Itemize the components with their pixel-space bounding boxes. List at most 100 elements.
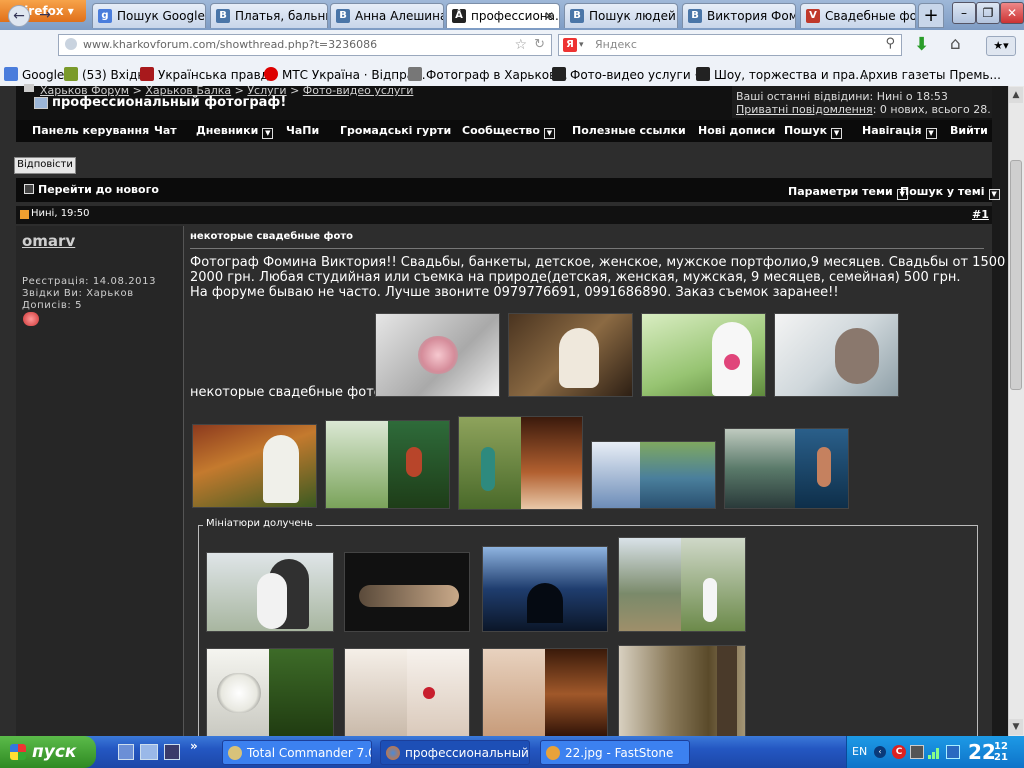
download-arrow-icon[interactable]: ⬇ xyxy=(914,34,929,55)
bookmark-pravda[interactable]: Українська правда xyxy=(140,66,276,84)
scroll-down-icon[interactable]: ▼ xyxy=(1009,719,1023,735)
camera-icon xyxy=(408,67,422,81)
attachment-thumb-couple-hug[interactable] xyxy=(206,552,334,632)
attachment-thumb-dress-back[interactable] xyxy=(482,648,608,740)
bookmark-mts[interactable]: МТС Україна · Відпра... xyxy=(264,66,426,84)
goto-new-link[interactable]: Перейти до нового xyxy=(38,183,159,196)
nav-search[interactable]: Пошук ▼ xyxy=(784,124,843,139)
tab-people-search[interactable]: B Пошук людей за... xyxy=(564,3,678,28)
private-messages-link[interactable]: Приватні повідомлення xyxy=(736,103,873,116)
tab-wedding-photos[interactable]: V Свадебные фото2... xyxy=(800,3,916,28)
tab-anna[interactable]: B Анна Алешина xyxy=(330,3,444,28)
portrait-photo-water[interactable] xyxy=(591,441,716,509)
nav-navigation[interactable]: Навігація ▼ xyxy=(862,124,937,139)
start-button[interactable]: пуск xyxy=(0,736,96,768)
reload-icon[interactable]: ↻ xyxy=(534,35,545,55)
wedding-photo-bouquet[interactable] xyxy=(375,313,500,397)
bookmark-label: Українська правда xyxy=(158,68,277,82)
chevron-down-icon[interactable]: ▾ xyxy=(579,35,584,55)
bookmark-photographer[interactable]: Фотограф в Харьков... xyxy=(408,66,568,84)
nav-new-posts[interactable]: Нові дописи xyxy=(698,124,775,137)
bookmark-premier-archive[interactable]: Архив газеты Премь... xyxy=(860,66,1001,84)
portrait-photo-grass[interactable] xyxy=(325,420,450,509)
bookmark-label: (53) Вхідні xyxy=(82,68,149,82)
tray-expand-icon[interactable]: ‹ xyxy=(874,746,886,758)
page-margin xyxy=(992,86,1008,736)
close-window-icon[interactable]: ✕ xyxy=(1000,2,1024,24)
scrollbar-thumb[interactable] xyxy=(1010,160,1022,390)
tab-viktoria[interactable]: B Виктория Фоми... xyxy=(682,3,796,28)
quicklaunch-app-icon[interactable] xyxy=(164,744,180,760)
bookmark-photo-video[interactable]: Фото-видео услуги ·... xyxy=(552,66,710,84)
attachment-thumb-tree-couple[interactable] xyxy=(618,645,746,740)
attachment-thumb-hands-ring[interactable] xyxy=(344,552,470,632)
nav-diaries[interactable]: Дневники ▼ xyxy=(196,124,274,139)
last-visit-text: Ваші останні відвідини: Нині о 18:53 xyxy=(736,90,948,103)
tab-google[interactable]: g Пошук Google xyxy=(92,3,206,28)
task-total-commander[interactable]: Total Commander 7.0... xyxy=(222,740,372,765)
nav-community[interactable]: Сообщество ▼ xyxy=(462,124,555,139)
bookmark-star-icon[interactable]: ☆ xyxy=(514,35,527,55)
scroll-up-icon[interactable]: ▲ xyxy=(1009,87,1023,103)
quicklaunch-floppy-icon[interactable] xyxy=(118,744,134,760)
nav-chapi[interactable]: ЧаПи xyxy=(286,124,319,137)
nav-logout[interactable]: Вийти xyxy=(950,124,988,137)
tray-network-icon[interactable] xyxy=(946,745,960,759)
tray-device-icon[interactable] xyxy=(910,745,924,759)
nav-groups[interactable]: Громадські гурти xyxy=(340,124,451,137)
bookmark-inbox[interactable]: (53) Вхідні xyxy=(64,66,149,84)
bookmark-google[interactable]: Google xyxy=(4,66,64,84)
close-tab-icon[interactable]: ✕ xyxy=(544,4,554,28)
tab-dresses[interactable]: B Платья, бальны... xyxy=(210,3,328,28)
vk-icon: B xyxy=(216,9,230,23)
author-post-count: Дописів: 5 xyxy=(22,300,83,311)
search-input[interactable]: Я ▾ Яндекс ⚲ xyxy=(558,34,902,56)
vk-icon: B xyxy=(336,9,350,23)
search-icon[interactable]: ⚲ xyxy=(885,34,895,54)
attachment-thumb-white-bouquet[interactable] xyxy=(206,648,334,740)
task-firefox[interactable]: професcиональный ... xyxy=(380,740,530,765)
nav-useful-links[interactable]: Полезные ссылки xyxy=(572,124,686,137)
reply-button[interactable]: Відповісти xyxy=(14,157,76,174)
clock-hours[interactable]: 22 xyxy=(968,739,996,765)
author-username-link[interactable]: omarv xyxy=(22,232,75,250)
thread-options-menu[interactable]: Параметри теми ▼ xyxy=(788,185,908,200)
task-label: професcиональный ... xyxy=(405,746,529,760)
tab-forum-active[interactable]: Åпрофессиона... ✕ xyxy=(446,3,560,28)
nav-control-panel[interactable]: Панель керування xyxy=(32,124,149,137)
tray-antivirus-icon[interactable]: C xyxy=(892,745,906,759)
home-icon[interactable]: ⌂ xyxy=(950,34,961,54)
mts-icon xyxy=(264,67,278,81)
clock-minutes-seconds[interactable]: 12 21 xyxy=(994,741,1008,763)
quicklaunch-desktop-icon[interactable] xyxy=(140,744,158,760)
nav-chat[interactable]: Чат xyxy=(154,124,177,137)
bookmarks-menu-icon[interactable]: ★▾ xyxy=(986,36,1016,56)
task-label: 22.jpg - FastStone xyxy=(565,746,674,760)
attachment-thumb-dress-heart[interactable] xyxy=(344,648,470,740)
wedding-photo-bride-chair[interactable] xyxy=(508,313,633,397)
forward-arrow-icon[interactable]: → xyxy=(34,5,56,27)
quicklaunch-more-icon[interactable]: » xyxy=(190,739,198,753)
portrait-photo-redhead[interactable] xyxy=(458,416,583,510)
forum-icon: Å xyxy=(452,9,466,23)
back-arrow-icon[interactable]: ← xyxy=(8,5,30,27)
bookmark-show[interactable]: Шоу, торжества и пра... xyxy=(696,66,867,84)
language-indicator[interactable]: EN xyxy=(852,745,867,758)
wedding-photo-bride-bench[interactable] xyxy=(192,424,317,508)
restore-icon[interactable]: ❐ xyxy=(976,2,1000,24)
minimize-icon[interactable]: – xyxy=(952,2,976,24)
task-faststone[interactable]: 22.jpg - FastStone xyxy=(540,740,690,765)
wedding-photo-bride-veil[interactable] xyxy=(641,313,766,397)
attachment-thumb-path-couple[interactable] xyxy=(618,537,746,632)
portrait-photo-lake[interactable] xyxy=(724,428,849,509)
search-thread-menu[interactable]: Пошук у темі ▼ xyxy=(900,185,1000,200)
tray-signal-icon[interactable] xyxy=(928,745,942,759)
breadcrumb-link[interactable]: Фото-видео услуги xyxy=(303,84,414,97)
dropdown-icon: ▼ xyxy=(988,189,1000,200)
attachment-thumb-silhouette-sky[interactable] xyxy=(482,546,608,632)
post-number-link[interactable]: #1 xyxy=(972,208,989,221)
post-header-bar xyxy=(16,206,992,224)
new-tab-button[interactable]: + xyxy=(918,3,944,28)
wedding-photo-couple-kiss[interactable] xyxy=(774,313,899,397)
url-input[interactable]: www.kharkovforum.com/showthread.php?t=32… xyxy=(58,34,552,56)
